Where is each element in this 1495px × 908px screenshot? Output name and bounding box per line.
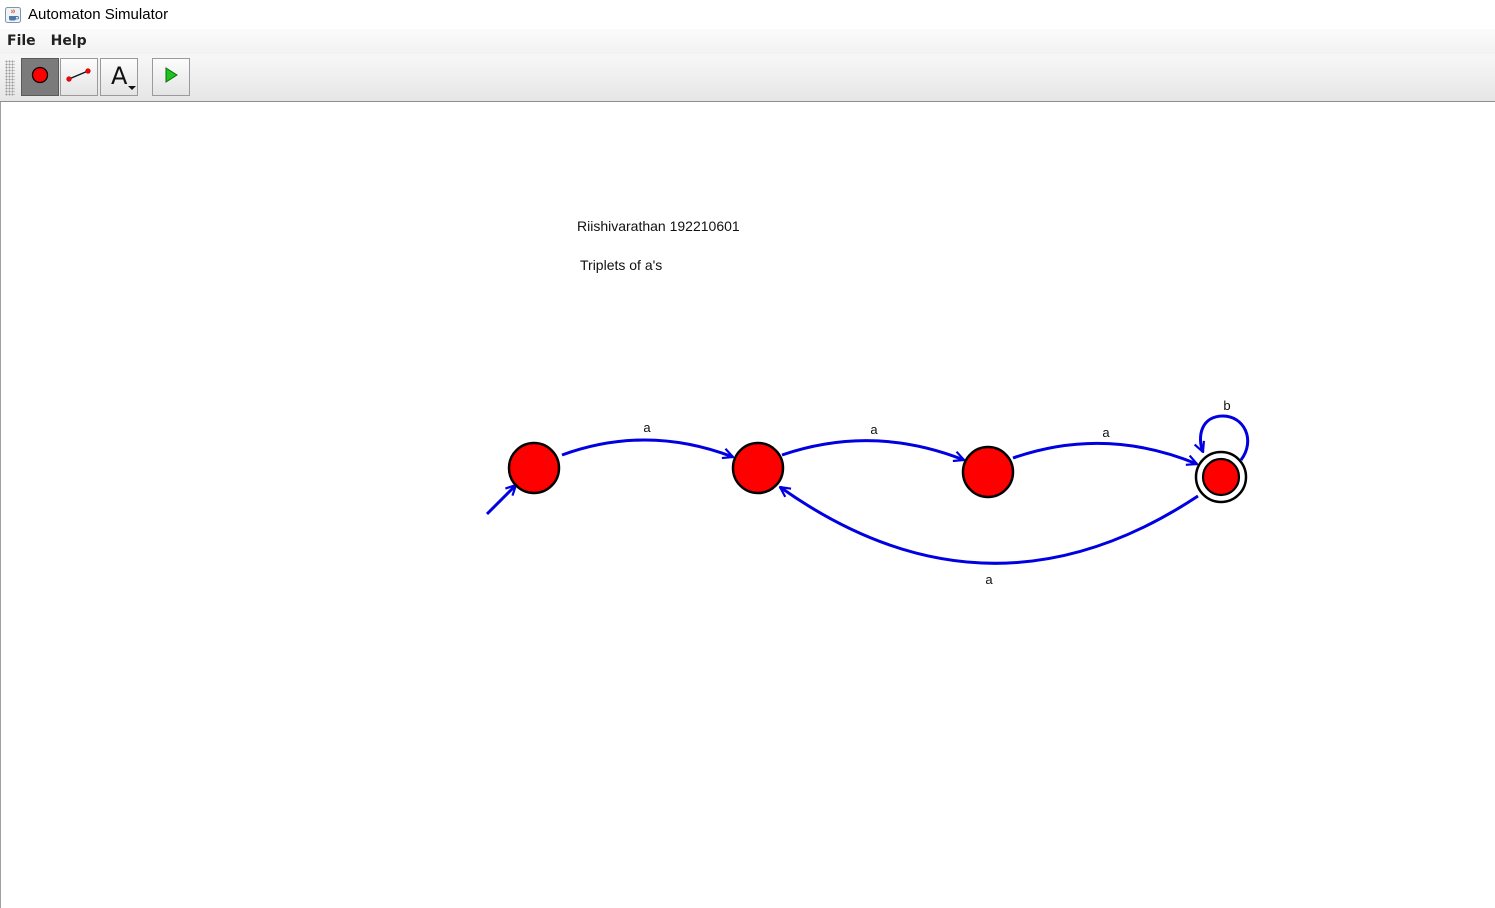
window-title: Automaton Simulator (28, 6, 169, 23)
state-q3-accepting[interactable] (1194, 450, 1248, 504)
toolbar: A (0, 54, 1495, 102)
transition-tool-button[interactable] (60, 58, 98, 96)
title-bar: Automaton Simulator (0, 0, 1495, 29)
automaton-diagram: a a a a b (485, 398, 1250, 587)
transition-label-q3-q3[interactable]: b (1223, 398, 1230, 413)
run-tool-button[interactable] (152, 58, 190, 96)
green-play-icon (162, 66, 180, 88)
letter-a-dropdown-icon: A (101, 59, 137, 95)
transition-q3-q1[interactable] (780, 487, 1199, 565)
transition-label-q0-q1[interactable]: a (643, 420, 651, 435)
automaton-simulator-window: Automaton Simulator File Help A Riishiva… (0, 0, 1495, 908)
dropdown-arrow-icon (128, 86, 136, 90)
initial-state-arrow[interactable] (485, 485, 516, 516)
transition-label-q2-q3[interactable]: a (1102, 425, 1110, 440)
state-q0-initial[interactable] (507, 441, 561, 495)
toolbar-grip-handle[interactable] (5, 60, 15, 96)
transition-q1-q2[interactable] (781, 439, 964, 460)
state-q2[interactable] (961, 445, 1015, 499)
text-tool-button[interactable]: A (100, 58, 138, 96)
edge-line-icon (65, 67, 93, 87)
transition-q2-q3[interactable] (1012, 441, 1197, 464)
transition-label-q1-q2[interactable]: a (870, 422, 878, 437)
transition-label-q3-q1[interactable]: a (985, 572, 993, 587)
state-q1[interactable] (731, 441, 785, 495)
automaton-canvas[interactable]: Riishivarathan 192210601 Triplets of a's… (0, 102, 1495, 908)
menu-file[interactable]: File (0, 29, 44, 54)
menu-help[interactable]: Help (44, 29, 95, 54)
text-tool-glyph: A (111, 62, 128, 90)
transition-q0-q1[interactable] (561, 438, 733, 457)
state-tool-button[interactable] (21, 58, 59, 96)
menu-bar: File Help (0, 29, 1495, 54)
java-cup-icon (5, 6, 21, 23)
red-circle-icon (31, 66, 49, 88)
